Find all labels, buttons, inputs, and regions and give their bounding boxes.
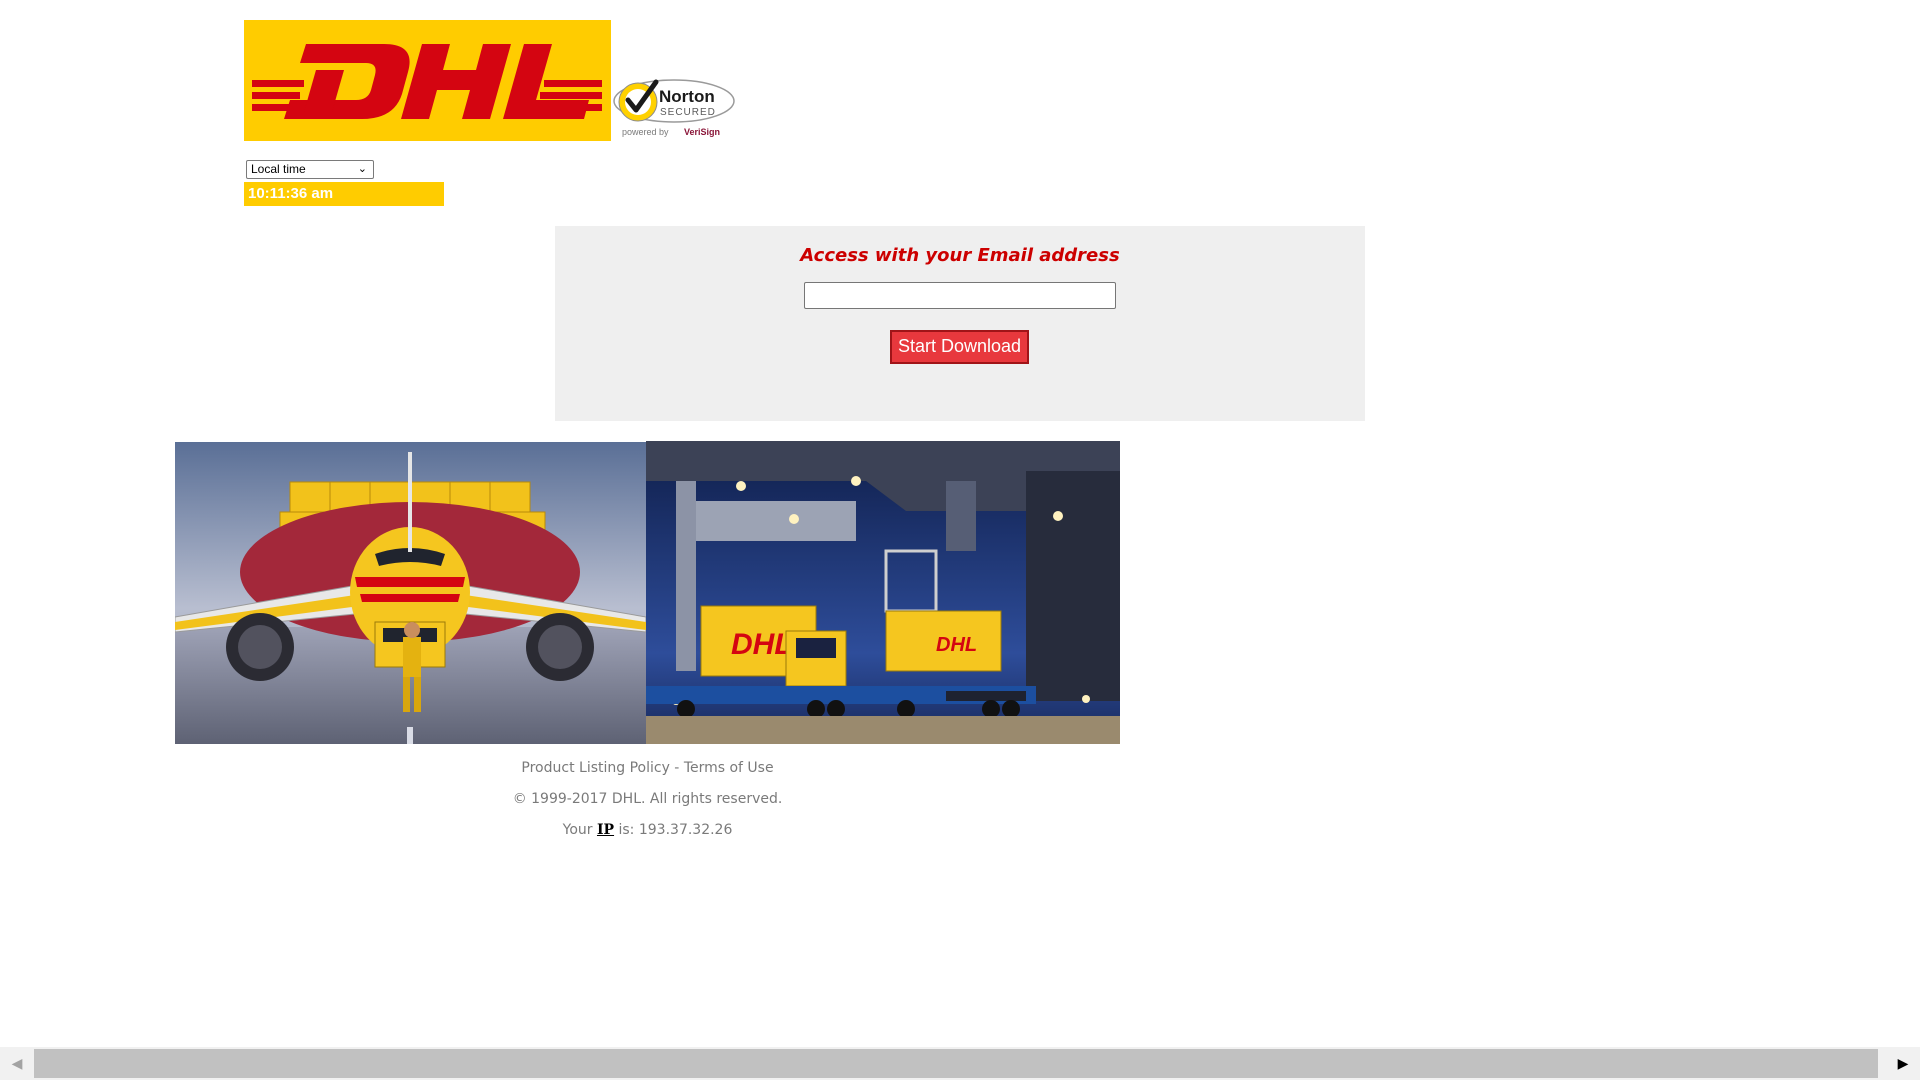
ip-middle: is: bbox=[614, 822, 639, 838]
scroll-left-icon[interactable]: ◀ bbox=[0, 1047, 34, 1080]
ip-prefix: Your bbox=[562, 822, 597, 838]
norton-secured-text: SECURED bbox=[660, 107, 716, 118]
clock-time: 10:11:36 am bbox=[248, 185, 334, 202]
svg-text:DHL: DHL bbox=[731, 628, 793, 661]
verisign-text: VeriSign bbox=[684, 127, 720, 137]
dhl-logo[interactable] bbox=[244, 20, 611, 141]
timezone-select[interactable]: Local time ⌄ bbox=[246, 160, 374, 179]
footer-separator: - bbox=[669, 760, 684, 776]
login-panel: Access with your Email address Start Dow… bbox=[555, 226, 1365, 421]
start-download-button[interactable]: Start Download bbox=[890, 330, 1029, 364]
ip-link[interactable]: IP bbox=[597, 822, 614, 838]
timezone-selected-value: Local time bbox=[251, 162, 306, 176]
product-listing-policy-link[interactable]: Product Listing Policy bbox=[521, 760, 669, 776]
login-title: Access with your Email address bbox=[800, 245, 1120, 266]
dhl-cargo-plane-photo bbox=[175, 442, 646, 744]
terms-of-use-link[interactable]: Terms of Use bbox=[684, 760, 774, 776]
ip-address-line: Your IP is: 193.37.32.26 bbox=[175, 822, 1120, 838]
footer-links: Product Listing Policy - Terms of Use bbox=[175, 760, 1120, 776]
horizontal-scrollbar[interactable]: ◀ ▶ bbox=[0, 1047, 1920, 1080]
clock-display: 10:11:36 am bbox=[244, 182, 444, 206]
chevron-down-icon: ⌄ bbox=[357, 163, 367, 175]
scroll-right-icon[interactable]: ▶ bbox=[1886, 1047, 1920, 1080]
norton-brand-text: Norton bbox=[659, 87, 715, 106]
dhl-container-port-photo: DHL DHL bbox=[646, 441, 1120, 744]
svg-text:DHL: DHL bbox=[936, 634, 977, 656]
norton-powered-by-text: powered by bbox=[622, 127, 669, 137]
norton-secured-badge[interactable]: Norton SECURED powered by VeriSign bbox=[612, 78, 738, 140]
page: Norton SECURED powered by VeriSign Local… bbox=[0, 0, 1920, 1080]
email-input[interactable] bbox=[804, 282, 1116, 309]
ip-value: 193.37.32.26 bbox=[638, 822, 733, 838]
scrollbar-thumb[interactable] bbox=[34, 1049, 1878, 1078]
copyright-text: © 1999-2017 DHL. All rights reserved. bbox=[512, 791, 783, 807]
